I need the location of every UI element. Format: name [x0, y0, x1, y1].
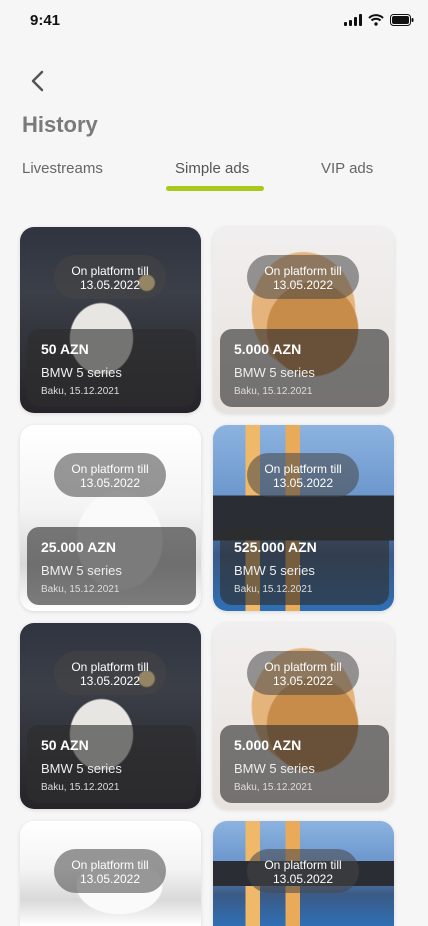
ad-card[interactable]: On platform till 13.05.2022 50 AZN BMW 5…: [20, 623, 201, 809]
ad-title: BMW 5 series: [234, 761, 315, 776]
platform-badge: On platform till 13.05.2022: [54, 255, 166, 299]
ad-info: 5.000 AZN BMW 5 series Baku, 15.12.2021: [220, 725, 389, 803]
platform-badge: On platform till 13.05.2022: [54, 651, 166, 695]
ads-grid: On platform till 13.05.2022 50 AZN BMW 5…: [0, 0, 428, 926]
platform-badge: On platform till 13.05.2022: [247, 255, 359, 299]
badge-date: 13.05.2022: [79, 476, 141, 490]
badge-label: On platform till: [264, 858, 342, 872]
platform-badge: On platform till 13.05.2022: [54, 849, 166, 893]
ad-title: BMW 5 series: [41, 365, 122, 380]
ad-title: BMW 5 series: [234, 563, 315, 578]
ad-price: 25.000 AZN: [41, 539, 116, 555]
badge-label: On platform till: [264, 264, 342, 278]
badge-date: 13.05.2022: [272, 872, 334, 886]
ad-card[interactable]: On platform till 13.05.2022 5.000 AZN BM…: [213, 623, 394, 809]
badge-date: 13.05.2022: [79, 278, 141, 292]
badge-label: On platform till: [264, 660, 342, 674]
badge-date: 13.05.2022: [79, 872, 141, 886]
ad-location-date: Baku, 15.12.2021: [234, 386, 313, 397]
badge-date: 13.05.2022: [272, 476, 334, 490]
ad-price: 5.000 AZN: [234, 341, 302, 357]
badge-date: 13.05.2022: [272, 674, 334, 688]
ad-price: 50 AZN: [41, 341, 89, 357]
ad-price: 5.000 AZN: [234, 737, 302, 753]
ad-location-date: Baku, 15.12.2021: [234, 584, 313, 595]
ad-card[interactable]: On platform till 13.05.2022 525.000 AZN …: [213, 425, 394, 611]
ad-info: 25.000 AZN BMW 5 series Baku, 15.12.2021: [27, 527, 196, 605]
ad-card[interactable]: On platform till 13.05.2022 5.000 AZN BM…: [213, 227, 394, 413]
badge-label: On platform till: [71, 660, 149, 674]
ad-price: 525.000 AZN: [234, 539, 317, 555]
ad-card[interactable]: On platform till 13.05.2022 50 AZN BMW 5…: [20, 227, 201, 413]
ad-location-date: Baku, 15.12.2021: [234, 782, 313, 793]
ad-location-date: Baku, 15.12.2021: [41, 782, 120, 793]
platform-badge: On platform till 13.05.2022: [54, 453, 166, 497]
ad-card[interactable]: On platform till 13.05.2022 25.000 AZN B…: [20, 425, 201, 611]
ad-card[interactable]: On platform till 13.05.2022: [213, 821, 394, 926]
ad-info: 525.000 AZN BMW 5 series Baku, 15.12.202…: [220, 527, 389, 605]
ad-title: BMW 5 series: [41, 563, 122, 578]
badge-label: On platform till: [71, 264, 149, 278]
badge-label: On platform till: [71, 462, 149, 476]
ad-card[interactable]: On platform till 13.05.2022: [20, 821, 201, 926]
ad-title: BMW 5 series: [234, 365, 315, 380]
ad-price: 50 AZN: [41, 737, 89, 753]
ad-location-date: Baku, 15.12.2021: [41, 386, 120, 397]
ad-info: 50 AZN BMW 5 series Baku, 15.12.2021: [27, 329, 196, 407]
badge-label: On platform till: [71, 858, 149, 872]
platform-badge: On platform till 13.05.2022: [247, 453, 359, 497]
ad-info: 5.000 AZN BMW 5 series Baku, 15.12.2021: [220, 329, 389, 407]
badge-date: 13.05.2022: [79, 674, 141, 688]
ad-title: BMW 5 series: [41, 761, 122, 776]
platform-badge: On platform till 13.05.2022: [247, 849, 359, 893]
badge-date: 13.05.2022: [272, 278, 334, 292]
badge-label: On platform till: [264, 462, 342, 476]
platform-badge: On platform till 13.05.2022: [247, 651, 359, 695]
ad-location-date: Baku, 15.12.2021: [41, 584, 120, 595]
ad-info: 50 AZN BMW 5 series Baku, 15.12.2021: [27, 725, 196, 803]
